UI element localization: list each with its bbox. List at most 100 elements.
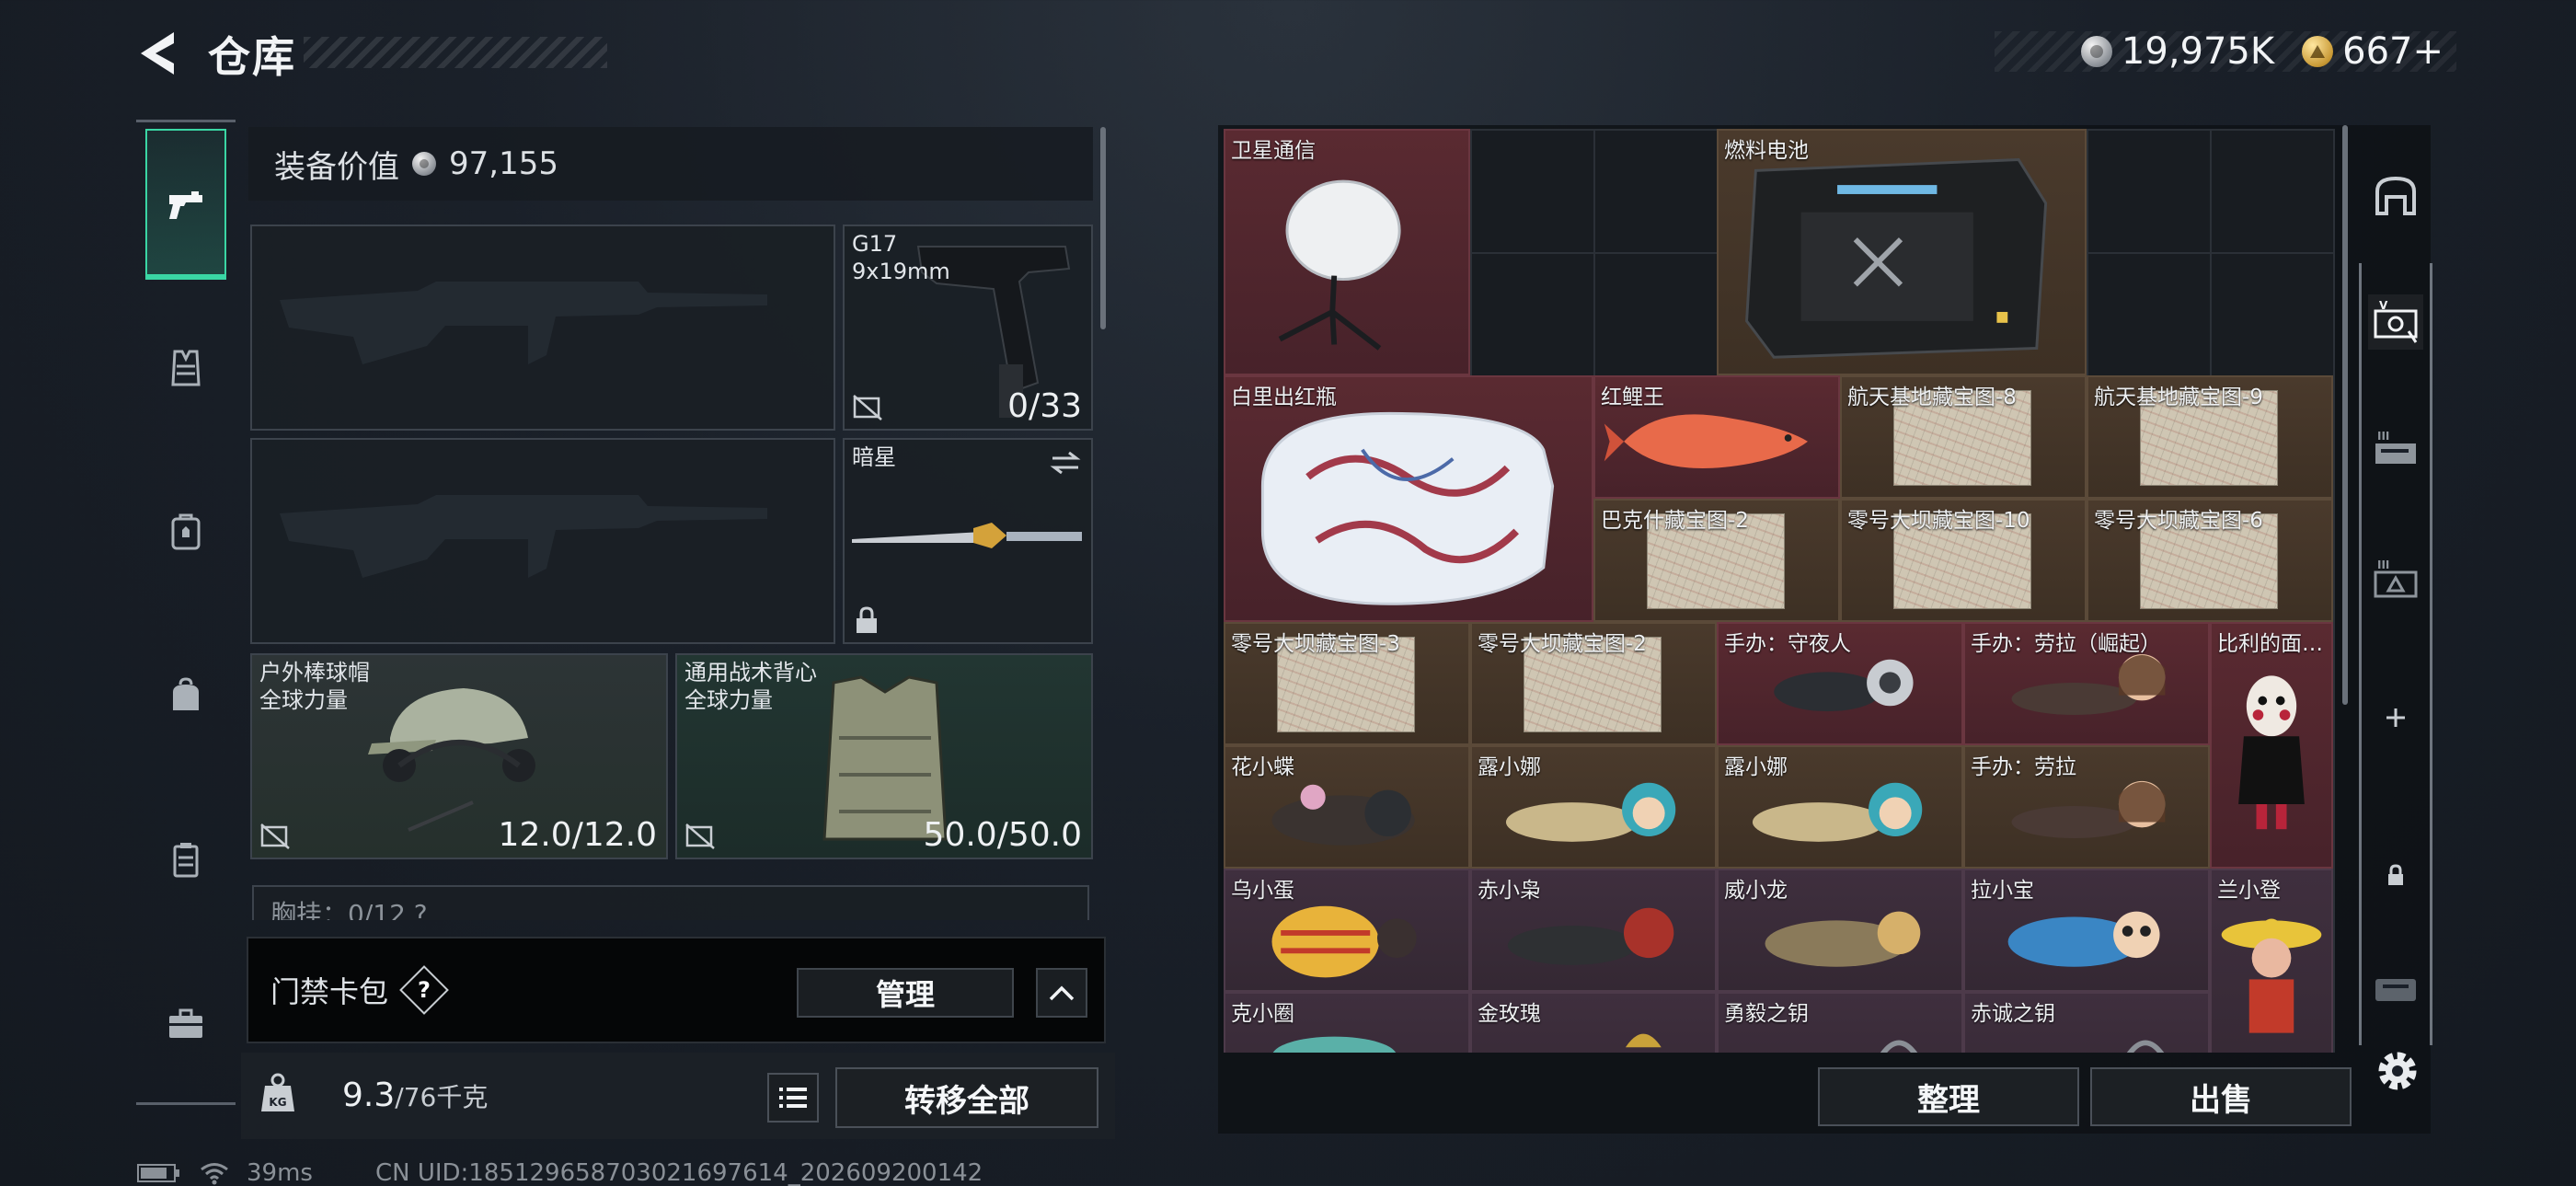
storage-panel: 卫星通信 燃料电池 白里出红瓶 红鲤王 航天基地藏宝图-8 航天基地藏宝图-9 … [1218,125,2431,1134]
wifi-icon [201,1163,228,1185]
melee-slot[interactable]: 暗星 [843,438,1093,644]
item-name: 零号大坝藏宝图-6 [2094,509,2263,533]
figure-art [2238,675,2305,830]
currency-bar: 19,975K 667+ [1995,30,2456,73]
nav-toolbox[interactable] [145,948,226,1099]
helmet-durability: 12.0/12.0 [498,816,657,854]
item-name: 勇毅之钥 [1724,1002,1809,1026]
nav-backpack[interactable] [145,456,226,607]
collapse-button[interactable] [1036,968,1087,1018]
storage-item[interactable]: 零号大坝藏宝图-3 [1224,622,1470,745]
plus-icon [2386,708,2405,727]
tab-add[interactable] [2368,690,2423,745]
chevron-up-icon [1049,985,1075,1001]
item-name: 露小娜 [1478,755,1541,779]
settings-button[interactable] [2370,1043,2425,1099]
storage-item[interactable]: 白里出红瓶 [1224,375,1593,622]
chest-rig-slot[interactable]: 胸挂：0/12 ? [252,885,1089,920]
storage-item[interactable]: 金玫瑰 [1470,992,1717,1053]
pistol-slot[interactable]: G17 9x19mm 0/33 [843,225,1093,431]
storage-item[interactable]: 手办：劳拉（崛起） [1963,622,2210,745]
list-view-button[interactable] [767,1073,819,1123]
storage-item[interactable]: 露小娜 [1717,745,1963,869]
keycard-label: 门禁卡包 [270,974,389,1009]
storage-item[interactable]: 威小龙 [1717,869,1963,992]
nav-vest[interactable] [145,293,226,443]
uid-text: CN UID:18512965870302169761​4_2026092001… [374,1159,983,1186]
rifle-silhouette-icon [280,495,767,578]
storage-item[interactable]: 零号大坝藏宝图-10 [1840,499,2087,622]
tab-storage-1[interactable]: V [2368,294,2423,350]
silver-currency[interactable]: 19,975K [2080,30,2275,73]
item-name: 拉小宝 [1971,879,2034,903]
manage-button[interactable]: 管理 [797,968,1014,1018]
item-name: 比利的面… [2217,632,2323,656]
storage-item[interactable]: 燃料电池 [1717,129,2087,375]
storage-item[interactable]: 手办：守夜人 [1717,622,1963,745]
case-icon [173,843,199,878]
storage-item[interactable]: 克小圈 [1224,992,1470,1053]
storage-scrollbar[interactable] [2342,125,2348,705]
back-button[interactable] [129,26,184,81]
tab-storage-3[interactable]: III [2368,423,2423,478]
storage-item[interactable]: 兰小登 [2210,869,2333,1053]
item-name: 零号大坝藏宝图-3 [1231,632,1400,656]
pistol-name: G17 9x19mm [852,231,950,284]
weight-row: KG 9.3/76千克 转移全部 [241,1053,1115,1139]
help-icon[interactable]: ? [399,965,449,1015]
item-name: 巴克什藏宝图-2 [1601,509,1749,533]
storage-item[interactable]: 赤小枭 [1470,869,1717,992]
item-name: 威小龙 [1724,879,1788,903]
nav-weapons[interactable] [145,129,226,280]
storage-item[interactable]: 零号大坝藏宝图-6 [2087,499,2333,622]
storage-item[interactable]: 拉小宝 [1963,869,2210,992]
item-name: 零号大坝藏宝图-10 [1847,509,2030,533]
item-name: 花小蝶 [1231,755,1294,779]
storage-item[interactable]: 零号大坝藏宝图-2 [1470,622,1717,745]
item-name: 手办：劳拉 [1971,755,2076,779]
tab-home[interactable] [2368,169,2423,225]
pistol-icon [169,191,202,219]
svg-text:KG: KG [269,1096,286,1109]
extra-icon [2375,979,2416,1001]
armor-name: 通用战术背心 全球力量 [684,660,817,713]
list-icon [779,1088,807,1108]
item-name: 兰小登 [2217,879,2281,903]
storage-item[interactable]: 花小蝶 [1224,745,1470,869]
gold-currency[interactable]: 667+ [2302,30,2444,73]
tab-locked[interactable] [2368,846,2423,902]
helmet-slot[interactable]: 户外棒球帽 全球力量 12.0/12.0 [250,653,668,859]
transfer-all-button[interactable]: 转移全部 [835,1067,1098,1128]
storage-item[interactable]: 红鲤王 [1593,375,1840,499]
item-name: 卫星通信 [1231,139,1316,163]
tab-storage-4[interactable]: III [2368,552,2423,607]
tidy-button[interactable]: 整理 [1818,1067,2079,1126]
primary-weapon-slot-1[interactable] [250,225,835,431]
weight-icon: KG [261,1073,294,1111]
storage-item[interactable]: 航天基地藏宝图-9 [2087,375,2333,499]
silver-coin-icon [2080,36,2112,67]
silver-amount: 19,975K [2121,30,2275,73]
equipment-value-label: 装备价值 [274,148,399,186]
storage-item[interactable]: 勇毅之钥 [1717,992,1963,1053]
storage-item[interactable]: 露小娜 [1470,745,1717,869]
storage-item[interactable]: 手办：劳拉 [1963,745,2210,869]
nav-bag[interactable] [145,620,226,771]
storage-item[interactable]: 乌小蛋 [1224,869,1470,992]
equipment-scrollbar[interactable] [1100,127,1106,329]
lock-icon [857,606,877,633]
item-name: 燃料电池 [1724,139,1809,163]
sell-button[interactable]: 出售 [2090,1067,2352,1126]
storage-iv-icon: III [2374,558,2418,598]
lock-icon [2388,864,2403,885]
storage-item[interactable]: 赤诚之钥 [1963,992,2210,1053]
storage-item[interactable]: 航天基地藏宝图-8 [1840,375,2087,499]
storage-item[interactable]: 比利的面… [2210,622,2333,869]
tab-extra[interactable] [2368,961,2423,1016]
armor-slot[interactable]: 通用战术背心 全球力量 50.0/50.0 [675,653,1093,859]
back-arrow-icon [141,32,174,75]
primary-weapon-slot-2[interactable] [250,438,835,644]
storage-item[interactable]: 巴克什藏宝图-2 [1593,499,1840,622]
storage-item[interactable]: 卫星通信 [1224,129,1470,375]
nav-case[interactable] [145,784,226,935]
